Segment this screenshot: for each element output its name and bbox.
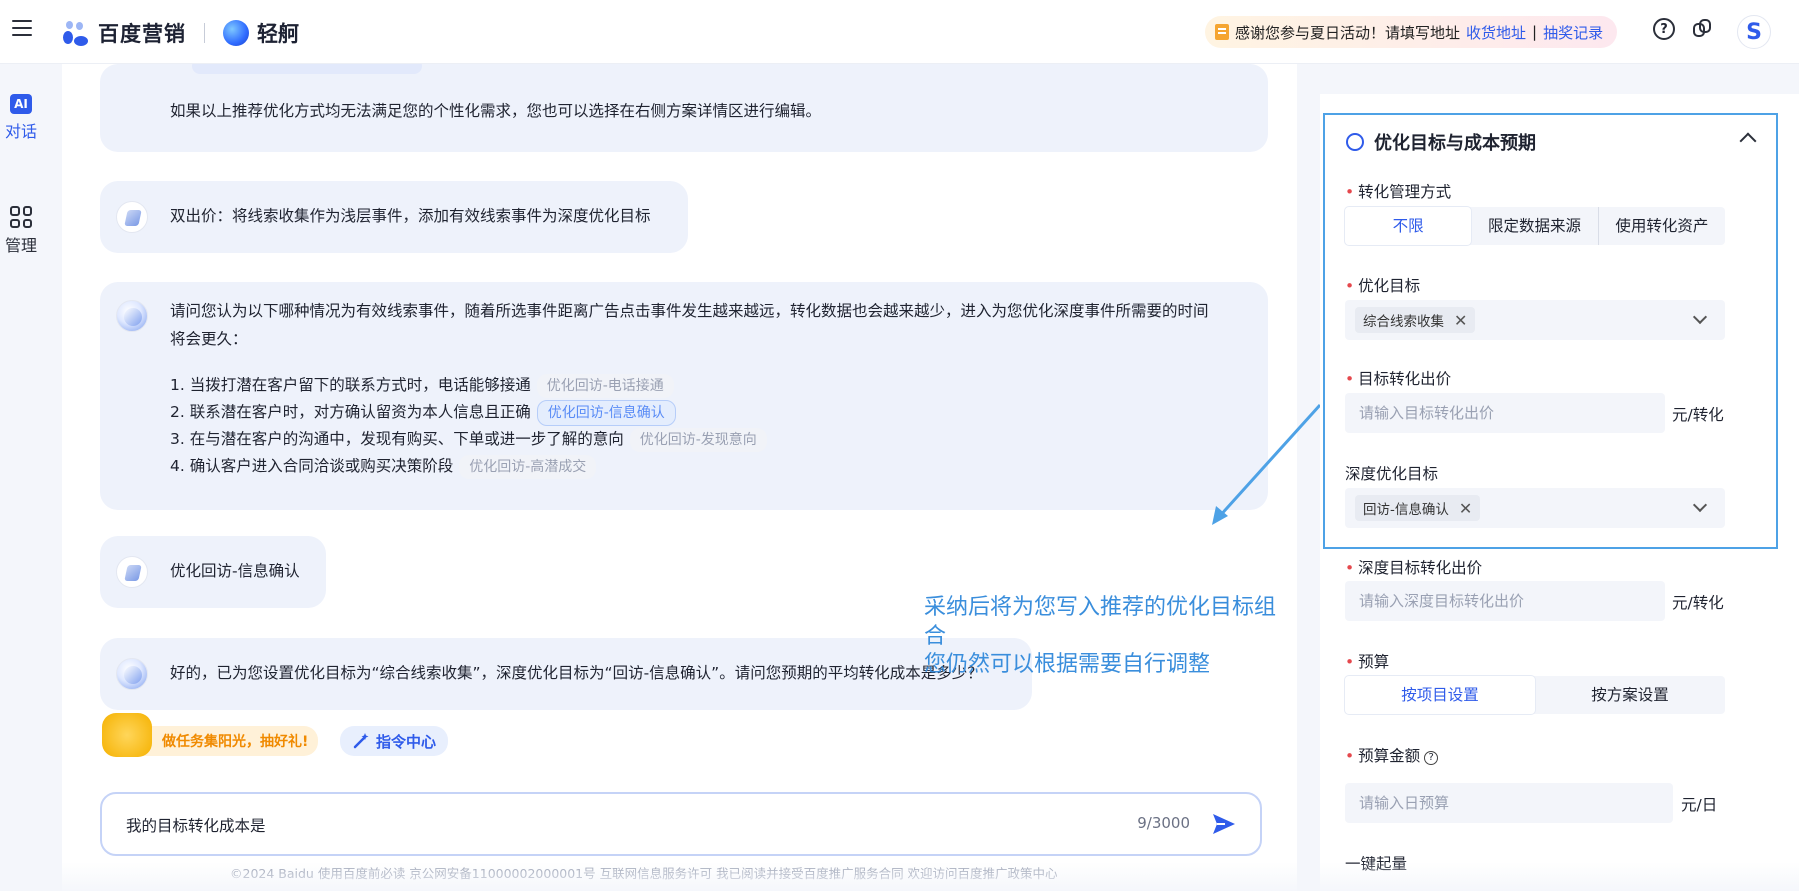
command-center-button[interactable]: 指令中心 xyxy=(340,726,449,756)
brand-logo[interactable]: 百度营销 轻舸 xyxy=(60,18,299,48)
deep-bid-input[interactable] xyxy=(1345,581,1665,621)
user-message-avatar xyxy=(116,556,148,588)
message-text: 好的，已为您设置优化目标为“综合线索收集”，深度优化目标为“回访-信息确认”。请… xyxy=(170,664,983,682)
chat-input[interactable] xyxy=(126,812,1026,838)
user-avatar[interactable]: S xyxy=(1737,15,1771,49)
option-tag[interactable]: 优化回访-电话接通 xyxy=(536,374,674,398)
segment-unlimited[interactable]: 不限 xyxy=(1345,207,1472,245)
target-bid-label: • 目标转化出价 xyxy=(1345,370,1452,388)
nav-item-label: 管理 xyxy=(4,236,37,255)
chevron-down-icon xyxy=(1692,497,1708,513)
bot-avatar xyxy=(116,658,148,690)
send-icon[interactable] xyxy=(1210,810,1238,838)
notice-text: 感谢您参与夏日活动！请填写地址 xyxy=(1235,23,1461,42)
opt-goal-select[interactable]: 综合线索收集 ✕ xyxy=(1345,300,1725,340)
copy-icon[interactable] xyxy=(1691,18,1713,40)
bot-message: 如果以上推荐优化方式均无法满足您的个性化需求，您也可以选择在右侧方案详情区进行编… xyxy=(100,64,1268,152)
section-status-icon xyxy=(1346,133,1364,151)
command-chip-label: 指令中心 xyxy=(376,732,437,751)
list-item[interactable]: 1. 当拨打潜在客户留下的联系方式时，电话能够接通 优化回访-电话接通 xyxy=(170,372,767,399)
remove-chip-icon[interactable]: ✕ xyxy=(1454,311,1467,330)
annotation-line-2: 您仍然可以根据需要自行调整 xyxy=(924,652,1211,678)
bot-avatar xyxy=(116,300,148,332)
question-line-1: 请问您认为以下哪种情况为有效线索事件，随着所选事件距离广告点击事件发生越来越远，… xyxy=(170,302,1209,320)
notice-divider: | xyxy=(1532,23,1538,41)
deep-goal-select[interactable]: 回访-信息确认 ✕ xyxy=(1345,488,1725,528)
nav-item-dialog[interactable]: AI 对话 xyxy=(0,94,42,142)
bot-message: 双出价：将线索收集作为浅层事件，添加有效线索事件为深度优化目标 xyxy=(100,181,688,253)
selected-chip: 综合线索收集 ✕ xyxy=(1355,307,1476,333)
shipping-address-link[interactable]: 收货地址 xyxy=(1466,22,1526,43)
option-list: 1. 当拨打潜在客户留下的联系方式时，电话能够接通 优化回访-电话接通 2. 联系… xyxy=(170,372,767,480)
chat-panel: 如果以上推荐优化方式均无法满足您的个性化需求，您也可以选择在右侧方案详情区进行编… xyxy=(62,64,1297,891)
bot-message: 好的，已为您设置优化目标为“综合线索收集”，深度优化目标为“回访-信息确认”。请… xyxy=(100,638,1032,710)
option-tag[interactable]: 优化回访-发现意向 xyxy=(629,428,767,452)
budget-amount-label: • 预算金额? xyxy=(1345,744,1439,766)
conversion-mgmt-segmented: 不限 限定数据来源 使用转化资产 xyxy=(1345,207,1725,245)
top-icons: ? xyxy=(1653,18,1713,40)
deep-bid-unit: 元/转化 xyxy=(1672,594,1724,612)
help-icon[interactable]: ? xyxy=(1653,18,1675,40)
bot-question-message: 请问您认为以下哪种情况为有效线索事件，随着所选事件距离广告点击事件发生越来越远，… xyxy=(100,282,1268,510)
section-title: 优化目标与成本预期 xyxy=(1374,133,1536,154)
deep-goal-label: 深度优化目标 xyxy=(1345,465,1439,483)
segment-by-plan[interactable]: 按方案设置 xyxy=(1535,676,1725,714)
chat-input-box: 9/3000 xyxy=(100,792,1262,856)
budget-amount-input[interactable] xyxy=(1345,783,1673,823)
annotation-line-1: 采纳后将为您写入推荐的优化目标组合 xyxy=(924,595,1277,649)
lottery-record-link[interactable]: 抽奖记录 xyxy=(1543,22,1603,43)
product-name: 轻舸 xyxy=(257,22,299,46)
sun-mascot-icon xyxy=(102,713,152,757)
ai-chat-icon: AI xyxy=(10,94,32,114)
activity-notice: 感谢您参与夏日活动！请填写地址 收货地址 | 抽奖记录 xyxy=(1205,16,1618,48)
list-item[interactable]: 2. 联系潜在客户时，对方确认留资为本人信息且正确 优化回访-信息确认 xyxy=(170,399,767,426)
remove-chip-icon[interactable]: ✕ xyxy=(1459,499,1472,518)
deep-bid-label: • 深度目标转化出价 xyxy=(1345,559,1483,577)
user-message: 优化回访-信息确认 xyxy=(100,536,326,608)
list-item[interactable]: 3. 在与潜在客户的沟通中，发现有购买、下单或进一步了解的意向 优化回访-发现意向 xyxy=(170,426,767,453)
budget-label: • 预算 xyxy=(1345,653,1390,671)
magic-wand-icon xyxy=(353,733,369,749)
selected-chip: 回访-信息确认 ✕ xyxy=(1355,495,1481,521)
target-bid-unit: 元/转化 xyxy=(1672,406,1724,424)
bot-avatar xyxy=(116,201,148,233)
grid-icon xyxy=(10,206,32,228)
cutoff-tag xyxy=(192,64,422,74)
nav-item-manage[interactable]: 管理 xyxy=(0,206,42,256)
segment-by-project[interactable]: 按项目设置 xyxy=(1345,676,1535,714)
annotation-arrow-icon xyxy=(1212,403,1322,525)
opt-goal-label: • 优化目标 xyxy=(1345,277,1421,295)
logo-divider xyxy=(204,23,205,43)
list-item[interactable]: 4. 确认客户进入合同洽谈或购买决策阶段 优化回访-高潜成交 xyxy=(170,453,767,480)
budget-segmented: 按项目设置 按方案设置 xyxy=(1345,676,1725,714)
qingge-logo-icon xyxy=(223,20,249,46)
message-text: 如果以上推荐优化方式均无法满足您的个性化需求，您也可以选择在右侧方案详情区进行编… xyxy=(170,102,822,120)
annotation-callout: 采纳后将为您写入推荐的优化目标组合 您仍然可以根据需要自行调整 xyxy=(924,594,1297,680)
left-nav: AI 对话 管理 xyxy=(0,64,62,891)
budget-amount-unit: 元/日 xyxy=(1681,796,1718,814)
brand-name: 百度营销 xyxy=(98,22,186,46)
task-chip-label: 做任务集阳光，抽好礼! xyxy=(162,734,309,750)
section-header[interactable]: 优化目标与成本预期 xyxy=(1346,129,1536,155)
question-line-2: 将会更久： xyxy=(170,330,248,348)
menu-icon[interactable] xyxy=(12,20,32,38)
baidu-paw-icon xyxy=(60,18,90,48)
message-text: 优化回访-信息确认 xyxy=(170,562,300,580)
footer-text: ©2024 Baidu 使用百度前必读 京公网安备11000002000001号… xyxy=(230,866,1058,881)
top-bar: 百度营销 轻舸 感谢您参与夏日活动！请填写地址 收货地址 | 抽奖记录 ? S xyxy=(0,0,1799,64)
segment-conversion-asset[interactable]: 使用转化资产 xyxy=(1597,207,1725,245)
message-text: 双出价：将线索收集作为浅层事件，添加有效线索事件为深度优化目标 xyxy=(170,207,651,225)
segment-limited-source[interactable]: 限定数据来源 xyxy=(1471,207,1597,245)
conversion-mgmt-label: • 转化管理方式 xyxy=(1345,183,1452,201)
option-tag[interactable]: 优化回访-高潜成交 xyxy=(459,455,597,479)
question-icon[interactable]: ? xyxy=(1424,751,1439,765)
nav-item-label: 对话 xyxy=(4,122,37,141)
option-tag-selected[interactable]: 优化回访-信息确认 xyxy=(536,400,676,426)
target-bid-input[interactable] xyxy=(1345,393,1665,433)
char-counter: 9/3000 xyxy=(1137,814,1190,832)
one-click-boost-label: 一键起量 xyxy=(1345,855,1408,873)
chevron-down-icon xyxy=(1692,309,1708,325)
notice-icon xyxy=(1215,24,1229,40)
